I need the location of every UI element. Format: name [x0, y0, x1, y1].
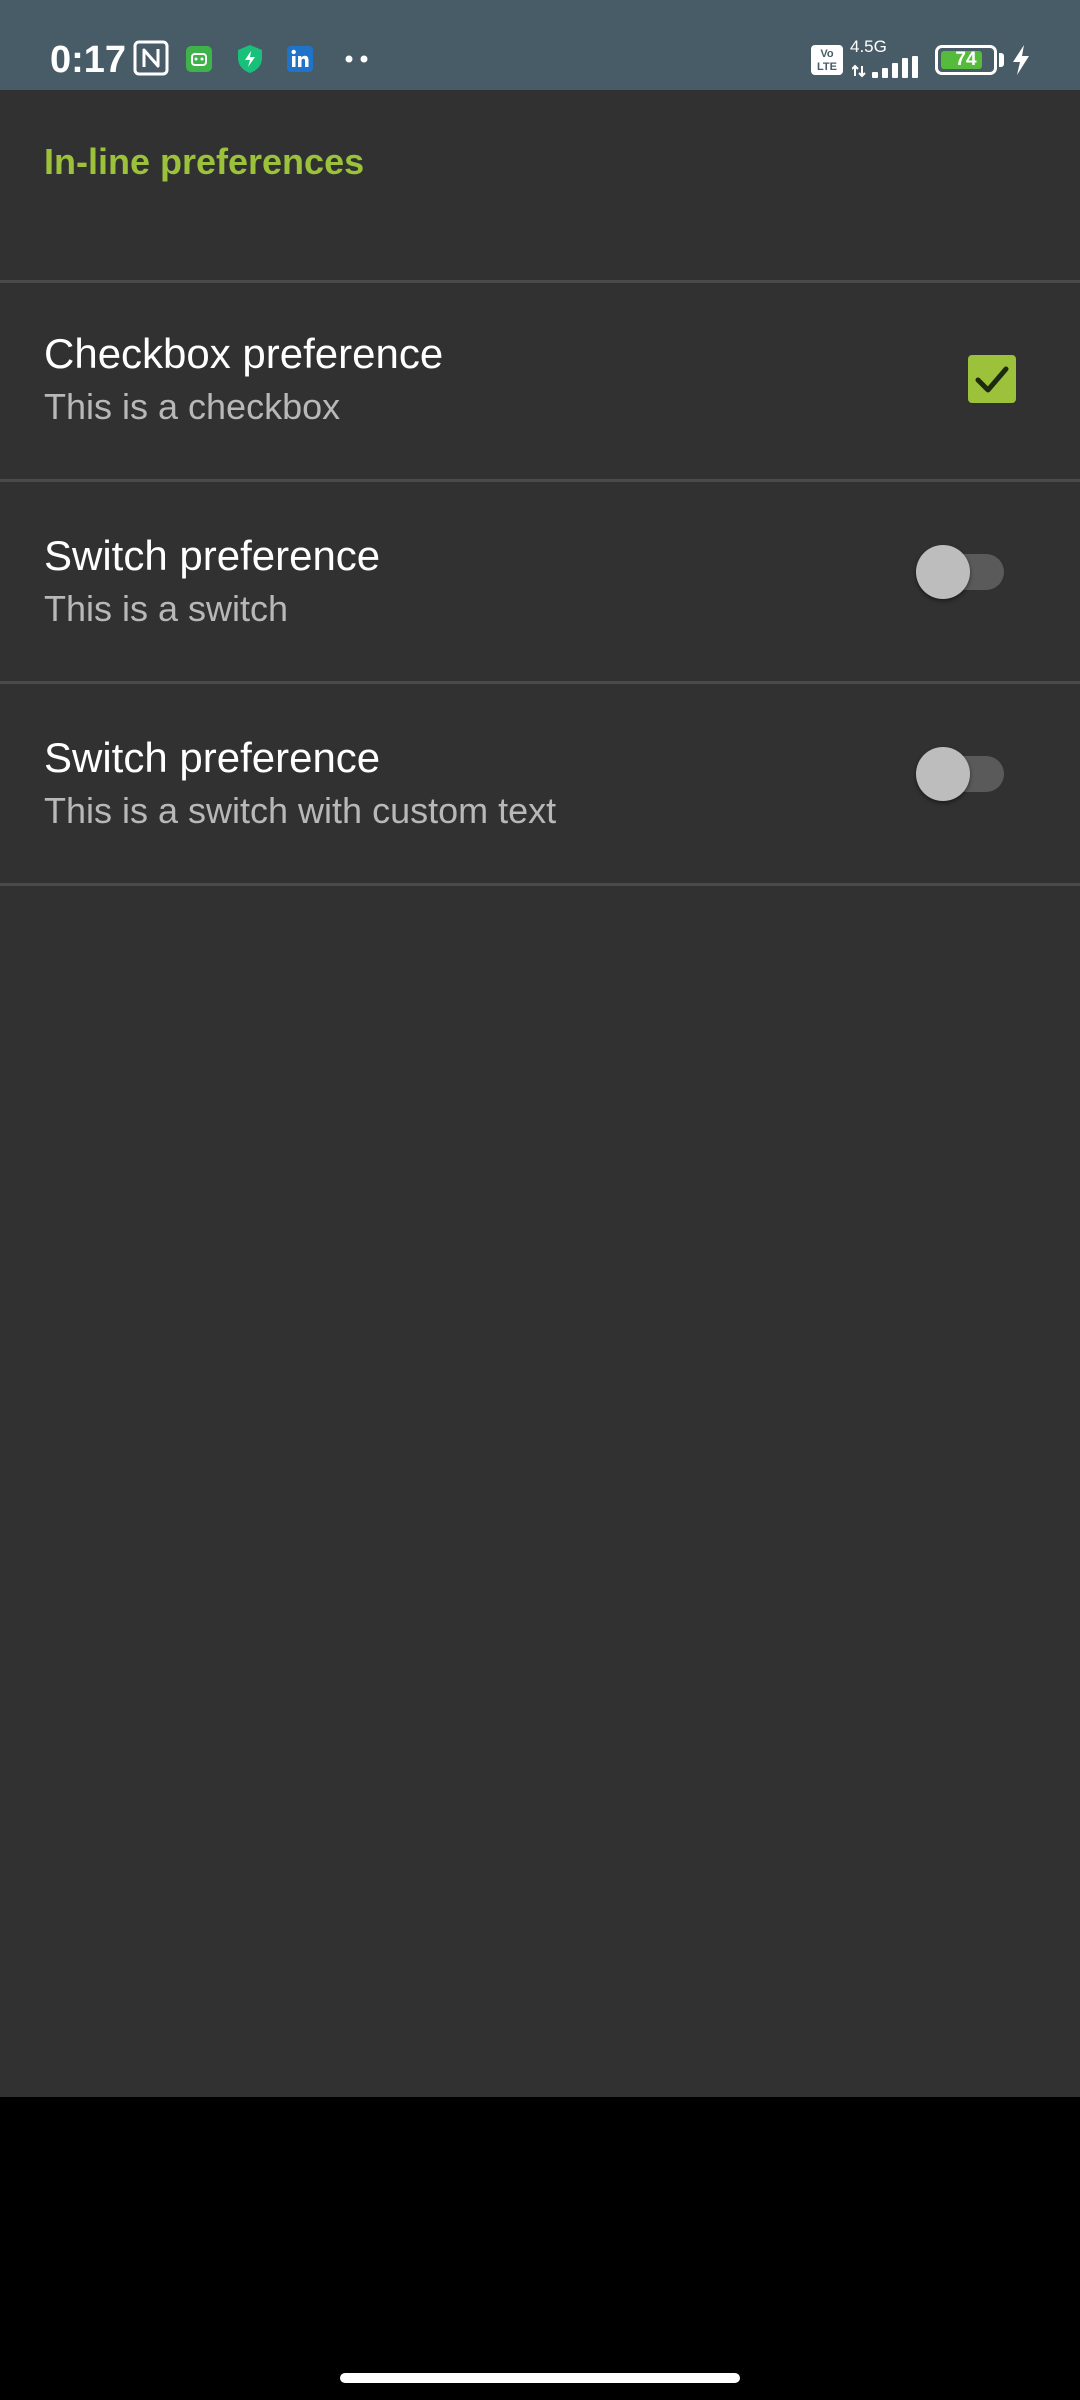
preference-checkbox[interactable] — [968, 355, 1016, 403]
switch-custom-text-preference-row[interactable]: Switch preference This is a switch with … — [0, 684, 1080, 886]
volte-icon: Vo LTE — [810, 44, 844, 76]
vpn-shield-icon — [236, 44, 264, 74]
more-dots-icon — [344, 54, 370, 64]
preference-summary: This is a switch with custom text — [44, 790, 557, 831]
network-type-label: 4.5G — [850, 37, 887, 56]
preferences-screen: In-line preferences Checkbox preference … — [0, 90, 1080, 2097]
svg-text:LTE: LTE — [817, 61, 837, 73]
screen: 0:17 Vo LTE 4.5G 74 In-line preferences … — [0, 0, 1080, 2400]
navigation-bar — [0, 2097, 1080, 2400]
battery-level: 74 — [955, 49, 977, 70]
battery-nub — [999, 53, 1004, 67]
checkmark-icon — [975, 366, 1009, 393]
preference-title: Switch preference — [44, 734, 381, 781]
preference-title: Checkbox preference — [44, 330, 444, 377]
switch-thumb — [916, 747, 970, 801]
signal-icon — [852, 56, 922, 78]
charging-icon — [1010, 44, 1032, 76]
battery-icon: 74 — [935, 45, 997, 75]
linkedin-icon — [287, 46, 313, 72]
preference-switch[interactable] — [916, 746, 1006, 802]
nfc-icon — [133, 40, 169, 76]
home-indicator[interactable] — [340, 2373, 740, 2383]
preference-summary: This is a checkbox — [44, 386, 341, 427]
status-bar: 0:17 Vo LTE 4.5G 74 — [0, 0, 1080, 90]
switch-thumb — [916, 545, 970, 599]
status-time: 0:17 — [50, 39, 127, 81]
preference-category-title: In-line preferences — [44, 141, 365, 182]
android-app-icon — [186, 46, 212, 72]
svg-text:Vo: Vo — [820, 48, 834, 60]
preference-title: Switch preference — [44, 532, 381, 579]
preference-switch[interactable] — [916, 544, 1006, 600]
checkbox-preference-row[interactable]: Checkbox preference This is a checkbox — [0, 280, 1080, 482]
switch-preference-row[interactable]: Switch preference This is a switch — [0, 482, 1080, 684]
preference-summary: This is a switch — [44, 588, 289, 629]
